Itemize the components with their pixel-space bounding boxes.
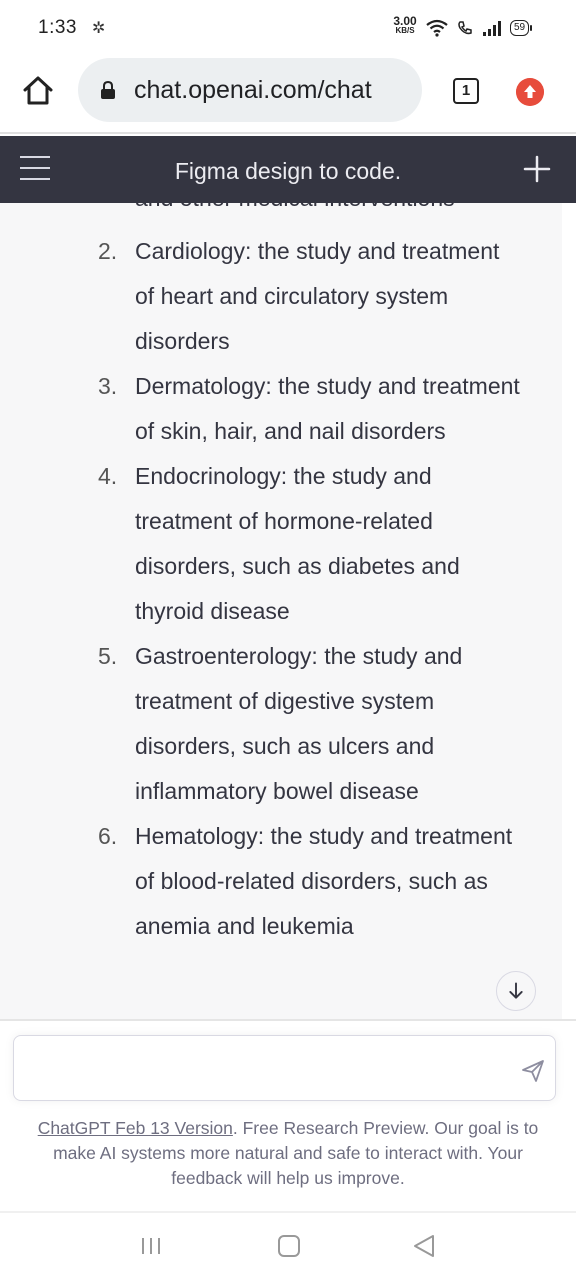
chat-scrollbar[interactable] bbox=[562, 203, 576, 1019]
status-icons: 59 bbox=[426, 16, 533, 40]
list-number: 4. bbox=[98, 463, 118, 489]
list-item-text: Gastroenterology: the study and treatmen… bbox=[135, 643, 463, 804]
home-icon[interactable] bbox=[20, 73, 56, 109]
message-text-cutoff: and other medical interventions bbox=[135, 203, 455, 212]
list-item: 5. Gastroenterology: the study and treat… bbox=[0, 634, 560, 814]
new-chat-plus-icon[interactable] bbox=[522, 154, 552, 184]
list-item-text: Endocrinology: the study and treatment o… bbox=[135, 463, 460, 624]
list-number: 2. bbox=[98, 238, 118, 264]
fan-icon: ✲ bbox=[92, 20, 106, 37]
list-item-text: Dermatology: the study and treatment of … bbox=[135, 373, 520, 444]
scroll-to-bottom-arrow-icon[interactable] bbox=[496, 971, 536, 1011]
list-item-text: Cardiology: the study and treatment of h… bbox=[135, 238, 500, 354]
list-item: 6. Hematology: the study and treatment o… bbox=[0, 814, 560, 949]
composer-area: ChatGPT Feb 13 Version. Free Research Pr… bbox=[0, 1019, 576, 1211]
chat-messages[interactable]: and other medical interventions 2. Cardi… bbox=[0, 203, 576, 1019]
system-nav-bar bbox=[0, 1211, 576, 1280]
browser-toolbar: chat.openai.com/chat 1 bbox=[0, 56, 576, 134]
list-item: 2. Cardiology: the study and treatment o… bbox=[0, 229, 560, 364]
list-number: 6. bbox=[98, 823, 118, 849]
list-item: 4. Endocrinology: the study and treatmen… bbox=[0, 454, 560, 634]
status-time: 1:33 bbox=[38, 17, 77, 38]
status-bar: 1:33 ✲ 3.00 KB/S 59 bbox=[0, 0, 576, 56]
page-title: Figma design to code. bbox=[174, 158, 402, 184]
app-header: Figma design to code. bbox=[0, 136, 576, 203]
tab-switcher-button[interactable]: 1 bbox=[453, 78, 479, 104]
signal-icon bbox=[483, 21, 501, 36]
list-item-text: Hematology: the study and treatment of b… bbox=[135, 823, 513, 939]
list-number: 3. bbox=[98, 373, 118, 399]
back-icon[interactable] bbox=[412, 1233, 436, 1259]
nav-home-icon[interactable] bbox=[278, 1235, 300, 1257]
battery-icon: 59 bbox=[510, 20, 533, 36]
list-number: 5. bbox=[98, 643, 118, 669]
wifi-call-icon bbox=[458, 21, 472, 35]
network-speed: 3.00 KB/S bbox=[390, 14, 420, 36]
send-icon[interactable] bbox=[520, 1058, 546, 1084]
wifi-icon bbox=[426, 19, 448, 37]
message-input[interactable] bbox=[13, 1035, 556, 1101]
address-bar[interactable]: chat.openai.com/chat bbox=[78, 58, 422, 122]
response-list: 2. Cardiology: the study and treatment o… bbox=[0, 229, 560, 949]
update-icon[interactable] bbox=[516, 78, 544, 106]
recent-apps-icon[interactable] bbox=[140, 1235, 162, 1257]
lock-icon bbox=[101, 81, 115, 99]
url-text: chat.openai.com/chat bbox=[134, 76, 372, 104]
network-speed-value: 3.00 bbox=[393, 14, 417, 28]
list-item: 3. Dermatology: the study and treatment … bbox=[0, 364, 560, 454]
disclaimer: ChatGPT Feb 13 Version. Free Research Pr… bbox=[18, 1116, 558, 1191]
version-link[interactable]: ChatGPT Feb 13 Version bbox=[38, 1118, 233, 1138]
